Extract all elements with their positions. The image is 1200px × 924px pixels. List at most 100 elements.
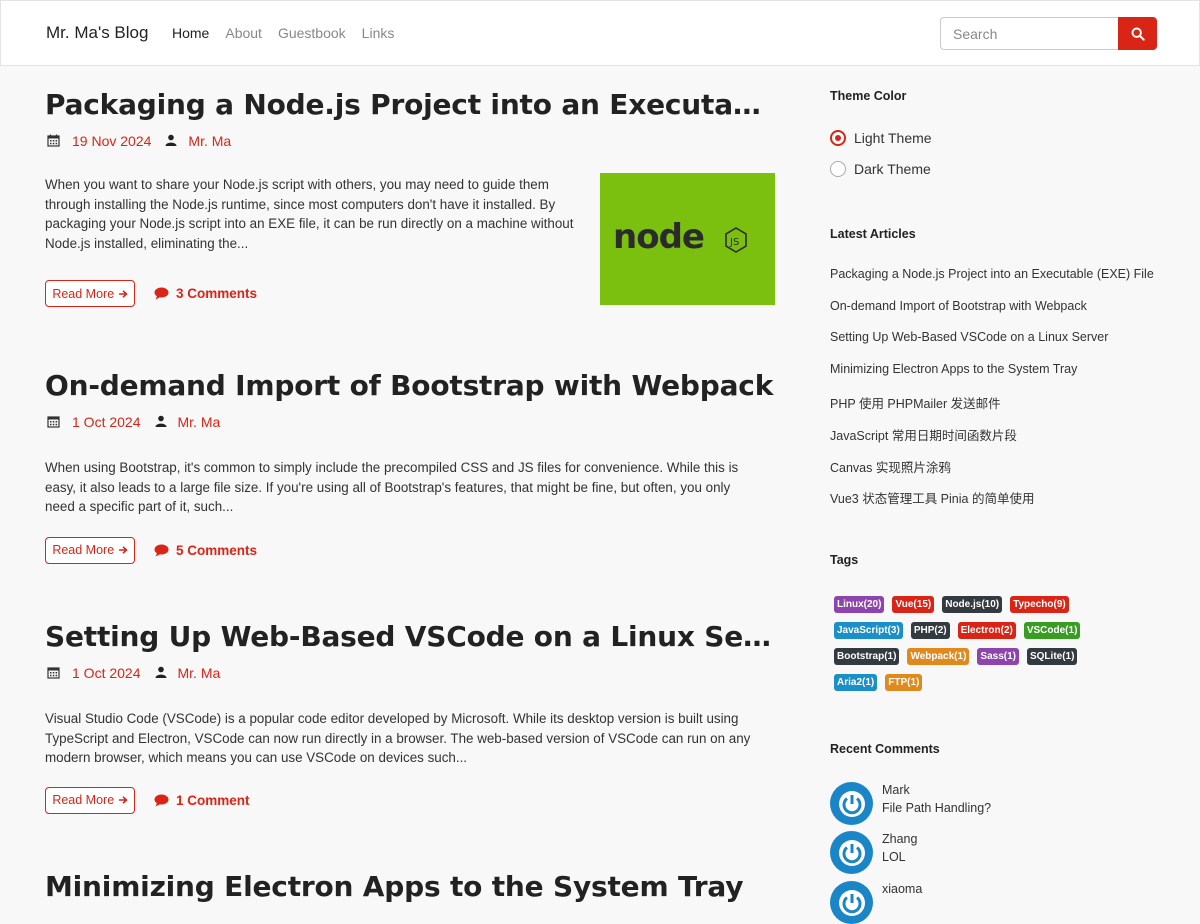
comment-author: Zhang — [882, 832, 918, 846]
comments-count: 1 Comment — [176, 792, 250, 808]
arrow-right-icon — [118, 546, 128, 555]
latest-article-link[interactable]: PHP 使用 PHPMailer 发送邮件 — [830, 393, 1154, 425]
article-author[interactable]: Mr. Ma — [178, 665, 221, 681]
comments-count: 3 Comments — [176, 286, 258, 302]
article-date: 1 Oct 2024 — [72, 414, 141, 430]
tag-badge[interactable]: FTP(1) — [885, 674, 923, 691]
tag-badge[interactable]: Aria2(1) — [834, 674, 878, 691]
nav-home[interactable]: Home — [172, 25, 209, 41]
tag-badge[interactable]: Webpack(1) — [907, 648, 970, 665]
latest-article-link[interactable]: JavaScript 常用日期时间函数片段 — [830, 425, 1154, 457]
article-author[interactable]: Mr. Ma — [188, 133, 231, 149]
recent-comments-heading: Recent Comments — [830, 742, 940, 756]
calendar-icon — [47, 666, 61, 680]
user-icon — [165, 134, 179, 148]
read-more-button[interactable]: Read More — [45, 536, 135, 564]
user-icon — [155, 415, 169, 429]
comment-icon — [154, 544, 169, 557]
tag-badge[interactable]: SQLite(1) — [1026, 648, 1078, 665]
article-excerpt: Visual Studio Code (VSCode) is a popular… — [45, 711, 751, 766]
comments-count: 5 Comments — [176, 542, 258, 558]
calendar-icon — [47, 134, 61, 148]
read-more-label: Read More — [52, 543, 115, 558]
tag-badge[interactable]: VSCode(1) — [1023, 622, 1081, 639]
theme-option-light[interactable]: Light Theme — [830, 130, 932, 146]
read-more-button[interactable]: Read More — [45, 280, 135, 308]
latest-article-link[interactable]: Setting Up Web-Based VSCode on a Linux S… — [830, 330, 1154, 362]
tag-badge[interactable]: JavaScript(3) — [834, 622, 903, 639]
search-input[interactable] — [940, 17, 1118, 50]
read-more-label: Read More — [52, 793, 115, 808]
power-icon — [838, 839, 865, 866]
latest-article-link[interactable]: Minimizing Electron Apps to the System T… — [830, 362, 1154, 394]
tag-badge[interactable]: Sass(1) — [977, 648, 1019, 665]
nav-links[interactable]: Links — [362, 25, 395, 41]
recent-comment[interactable]: Zhang LOL — [830, 831, 917, 874]
article-author[interactable]: Mr. Ma — [178, 414, 221, 430]
radio-checked-icon — [830, 130, 846, 146]
nav-about[interactable]: About — [225, 25, 262, 41]
tag-badge[interactable]: Vue(15) — [892, 596, 935, 613]
latest-article-link[interactable]: Packaging a Node.js Project into an Exec… — [830, 267, 1154, 299]
theme-option-label: Light Theme — [854, 130, 932, 146]
article-thumbnail[interactable]: node JS — [600, 173, 775, 305]
theme-option-dark[interactable]: Dark Theme — [830, 161, 931, 177]
radio-unchecked-icon — [830, 161, 846, 177]
article-card: Packaging a Node.js Project into an Exec… — [45, 88, 775, 308]
article-title[interactable]: Minimizing Electron Apps to the System T… — [45, 870, 775, 903]
comment-icon — [154, 794, 169, 807]
search-icon — [1131, 27, 1145, 41]
nav-guestbook[interactable]: Guestbook — [278, 25, 346, 41]
power-icon — [838, 889, 865, 916]
svg-text:node: node — [613, 217, 704, 257]
search-button[interactable] — [1118, 17, 1157, 50]
article-date: 1 Oct 2024 — [72, 665, 141, 681]
read-more-label: Read More — [52, 286, 115, 301]
comments-link[interactable]: 1 Comment — [154, 793, 250, 808]
avatar — [830, 782, 873, 825]
tag-badge[interactable]: Linux(20) — [834, 596, 885, 613]
read-more-button[interactable]: Read More — [45, 786, 135, 814]
article-excerpt: When using Bootstrap, it's common to sim… — [45, 460, 739, 515]
article-meta: 19 Nov 2024 Mr. Ma — [45, 133, 775, 149]
latest-article-link[interactable]: Vue3 状态管理工具 Pinia 的简单使用 — [830, 488, 1154, 520]
theme-option-label: Dark Theme — [854, 161, 931, 177]
latest-article-link[interactable]: On-demand Import of Bootstrap with Webpa… — [830, 299, 1154, 331]
comment-icon — [154, 287, 169, 300]
tag-badge[interactable]: Electron(2) — [957, 622, 1016, 639]
tag-badge[interactable]: Typecho(9) — [1010, 596, 1069, 613]
tag-badge[interactable]: PHP(2) — [910, 622, 950, 639]
article-title[interactable]: Packaging a Node.js Project into an Exec… — [45, 88, 775, 121]
nodejs-logo: node JS — [613, 217, 747, 257]
latest-article-link[interactable]: Canvas 实现照片涂鸦 — [830, 457, 1154, 489]
comments-link[interactable]: 3 Comments — [154, 286, 257, 301]
tags-heading: Tags — [830, 553, 859, 567]
tag-cloud: Linux(20) Vue(15) Node.js(10) Typecho(9) Jav… — [834, 596, 1124, 691]
calendar-icon — [47, 415, 61, 429]
site-brand[interactable]: Mr. Ma's Blog — [46, 23, 148, 43]
comments-link[interactable]: 5 Comments — [154, 543, 257, 558]
user-icon — [155, 666, 169, 680]
article-title[interactable]: Setting Up Web-Based VSCode on a Linux S… — [45, 620, 775, 653]
tag-badge[interactable]: Bootstrap(1) — [834, 648, 900, 665]
comment-author: xiaoma — [882, 882, 923, 896]
recent-comment[interactable]: Mark File Path Handling? — [830, 782, 991, 825]
article-card: On-demand Import of Bootstrap with Webpa… — [45, 369, 775, 564]
tag-badge[interactable]: Node.js(10) — [942, 596, 1003, 613]
top-navbar: Mr. Ma's Blog Home About Guestbook Links — [0, 0, 1200, 66]
search-form — [940, 17, 1157, 50]
comment-author: Mark — [882, 783, 910, 797]
article-card: Setting Up Web-Based VSCode on a Linux S… — [45, 620, 775, 814]
avatar — [830, 881, 873, 924]
article-date: 19 Nov 2024 — [72, 133, 152, 149]
article-actions: Read More 5 Comments — [45, 536, 775, 564]
article-excerpt: When you want to share your Node.js scri… — [45, 177, 574, 251]
recent-comment[interactable]: xiaoma — [830, 881, 922, 924]
article-actions: Read More 1 Comment — [45, 786, 775, 814]
latest-heading: Latest Articles — [830, 227, 916, 241]
comment-text: File Path Handling? — [882, 800, 992, 815]
theme-heading: Theme Color — [830, 89, 907, 103]
article-meta: 1 Oct 2024 Mr. Ma — [45, 665, 775, 681]
latest-articles-list: Packaging a Node.js Project into an Exec… — [830, 267, 1154, 520]
article-title[interactable]: On-demand Import of Bootstrap with Webpa… — [45, 369, 775, 402]
